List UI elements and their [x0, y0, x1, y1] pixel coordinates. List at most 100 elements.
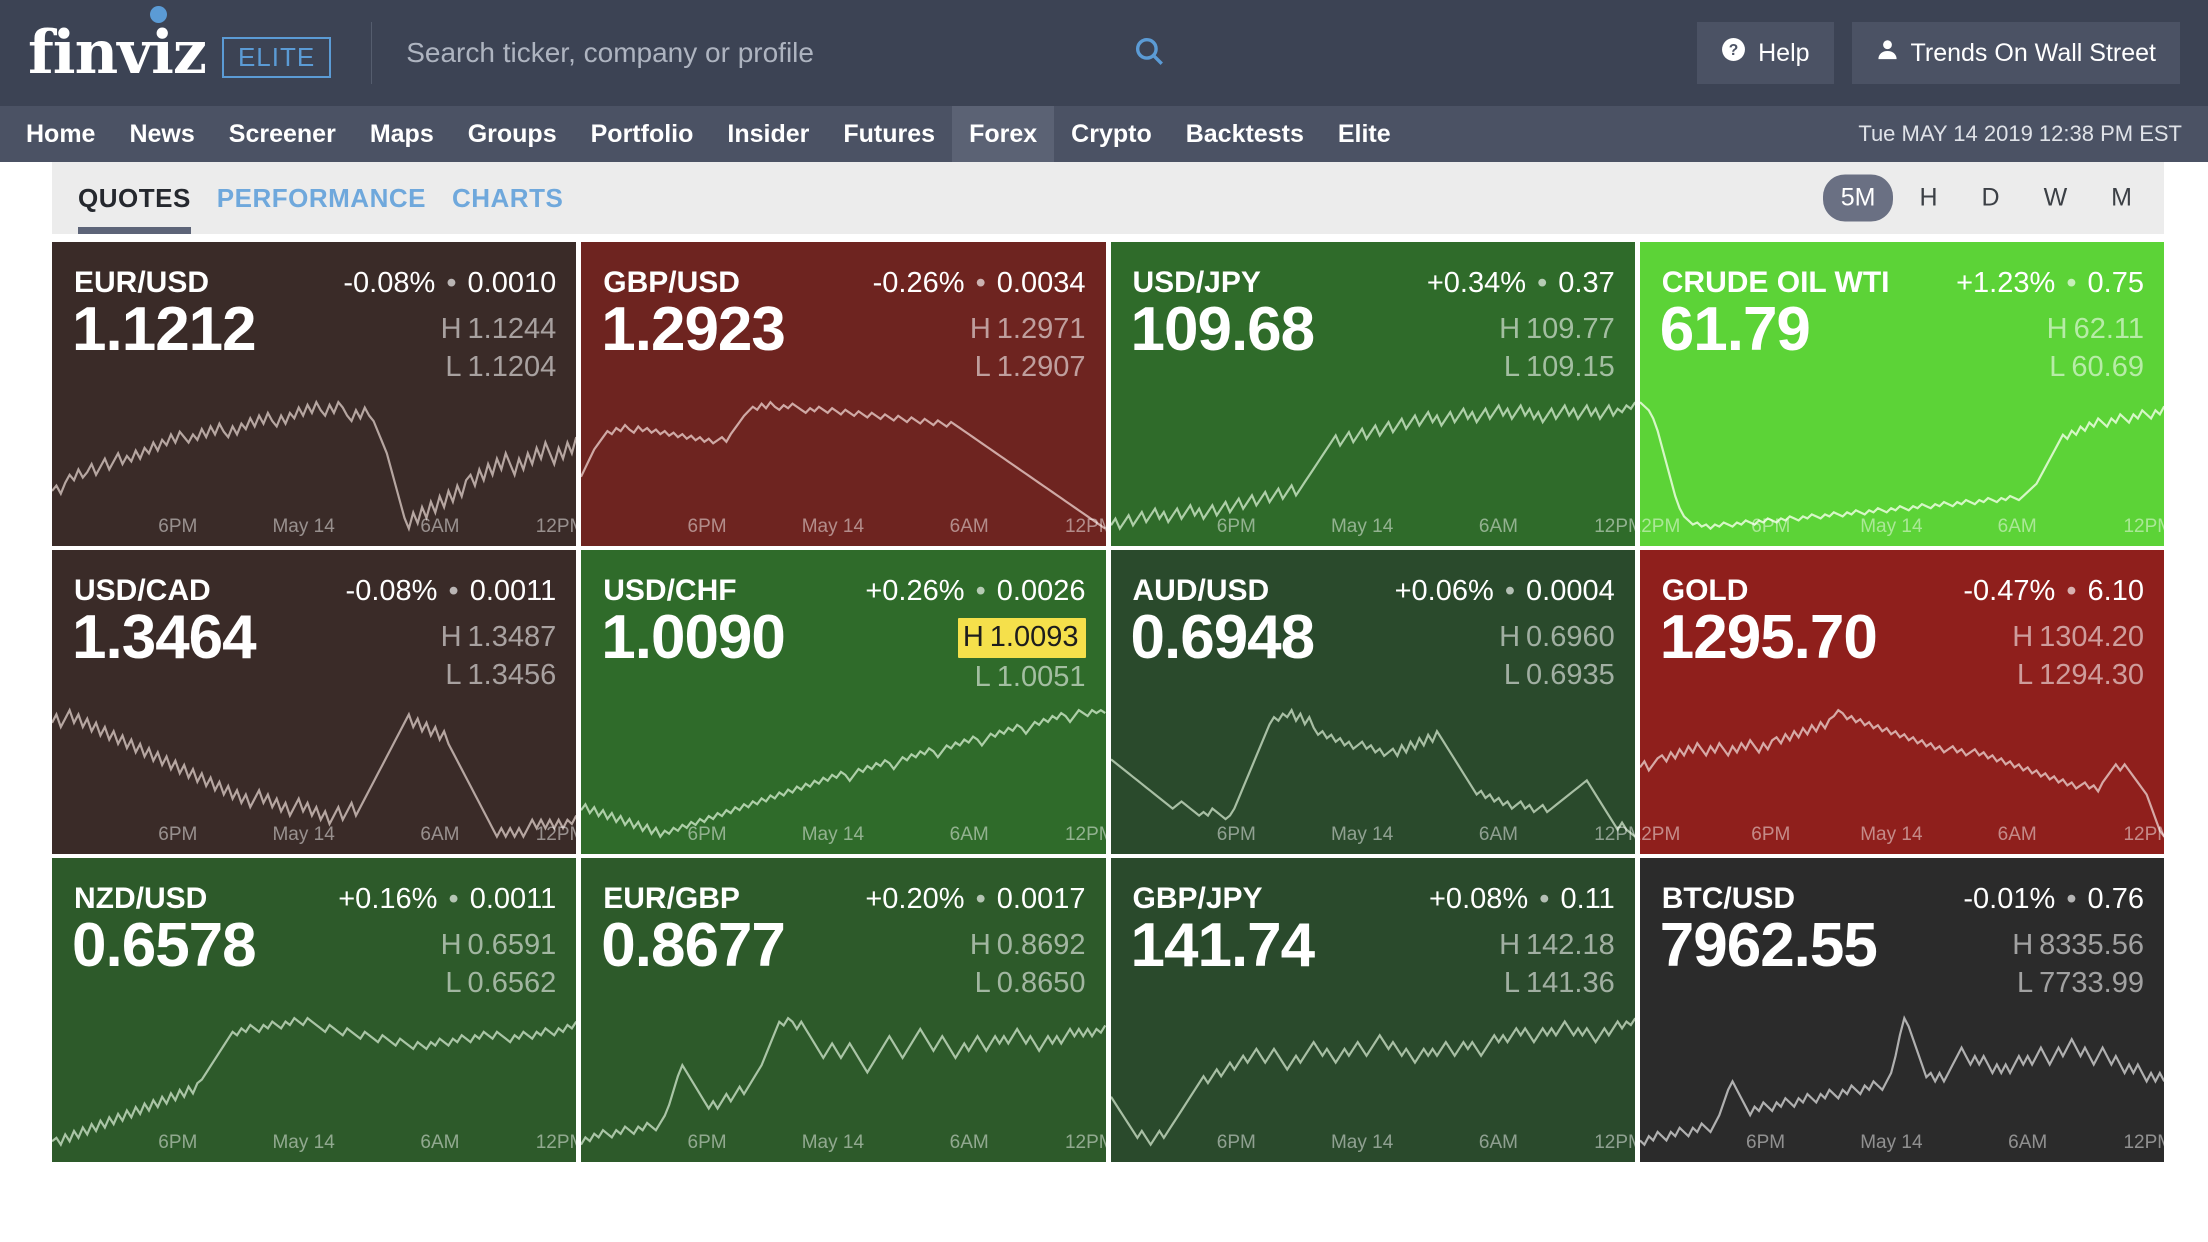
- quote-tile[interactable]: GOLD -0.47% • 6.10 1295.70 H 1304.20 L 1294.30…: [1639, 550, 2164, 854]
- change-percent: +0.08%: [1429, 883, 1529, 915]
- header-actions: ? Help Trends On Wall Street: [1697, 22, 2180, 84]
- nav-item-forex[interactable]: Forex: [952, 106, 1055, 162]
- high-value: 1304.20: [2039, 621, 2144, 653]
- nav-item-groups[interactable]: Groups: [451, 106, 574, 162]
- high-value: 109.77: [1526, 313, 1615, 345]
- nav-item-news[interactable]: News: [112, 106, 211, 162]
- change-absolute: 0.0011: [469, 883, 557, 915]
- timeframe-h[interactable]: H: [1901, 175, 1955, 222]
- high-label: H: [1499, 313, 1521, 345]
- change-absolute: 0.0011: [469, 575, 557, 607]
- quote-tile[interactable]: GBP/JPY +0.08% • 0.11 141.74 H 142.18 L 141.36…: [1110, 858, 1635, 1162]
- timeframe-w[interactable]: W: [2026, 175, 2086, 222]
- change-absolute: 0.0026: [996, 575, 1086, 607]
- high-label: H: [969, 929, 991, 961]
- separator-dot-icon: •: [1531, 883, 1558, 915]
- high-value: 1.2971: [996, 313, 1086, 345]
- change-percent: +0.16%: [338, 883, 438, 915]
- nav-item-label: Backtests: [1185, 119, 1304, 148]
- help-label: Help: [1758, 38, 1810, 67]
- change-label: -0.01% • 0.76: [1963, 883, 2144, 916]
- high-label: H: [2012, 621, 2034, 653]
- nav-item-label: Groups: [467, 119, 557, 148]
- search-icon[interactable]: [1132, 34, 1166, 73]
- price-value: 0.6948: [1130, 603, 1316, 672]
- quote-tile[interactable]: CRUDE OIL WTI +1.23% • 0.75 61.79 H 62.11 L 60…: [1639, 242, 2164, 546]
- quote-tile[interactable]: NZD/USD +0.16% • 0.0011 0.6578 H 0.6591 L 0.65…: [52, 858, 577, 1162]
- nav-item-label: Maps: [369, 119, 434, 148]
- quote-tile[interactable]: GBP/USD -0.26% • 0.0034 1.2923 H 1.2971 L 1.29…: [581, 242, 1106, 546]
- separator-dot-icon: •: [967, 575, 994, 607]
- sparkline-chart: [581, 976, 1105, 1162]
- nav-item-home[interactable]: Home: [0, 106, 112, 162]
- change-label: -0.08% • 0.0011: [346, 575, 557, 608]
- price-value: 1.3464: [72, 603, 257, 672]
- sparkline-chart: [1640, 668, 2164, 854]
- change-absolute: 0.76: [2087, 883, 2144, 915]
- quote-tile[interactable]: EUR/GBP +0.20% • 0.0017 0.8677 H 0.8692 L 0.86…: [581, 858, 1106, 1162]
- high-label: H: [2012, 929, 2034, 961]
- logo[interactable]: finviz ELITE: [28, 6, 332, 88]
- high-value: 1.0093: [989, 621, 1079, 653]
- timeframe-m[interactable]: M: [2093, 175, 2150, 222]
- high-label: H: [440, 313, 462, 345]
- nav-item-elite[interactable]: Elite: [1321, 106, 1408, 162]
- search-input[interactable]: [406, 37, 1119, 69]
- quote-tile[interactable]: AUD/USD +0.06% • 0.0004 0.6948 H 0.6960 L 0.69…: [1110, 550, 1635, 854]
- high-value-row: H 0.6960: [1499, 618, 1615, 656]
- high-label: H: [962, 621, 984, 653]
- high-label: H: [1499, 621, 1521, 653]
- quote-tile[interactable]: USD/CHF +0.26% • 0.0026 1.0090 H 1.0093 L 1.00…: [581, 550, 1106, 854]
- account-button[interactable]: Trends On Wall Street: [1851, 22, 2180, 84]
- quote-tile[interactable]: BTC/USD -0.01% • 0.76 7962.55 H 8335.56 L 7733…: [1639, 858, 2164, 1162]
- change-label: -0.26% • 0.0034: [873, 267, 1086, 300]
- tab-quotes[interactable]: QUOTES: [78, 162, 191, 234]
- high-value: 8335.56: [2039, 929, 2144, 961]
- nav-item-maps[interactable]: Maps: [353, 106, 451, 162]
- quote-tile[interactable]: USD/CAD -0.08% • 0.0011 1.3464 H 1.3487 L 1.34…: [52, 550, 577, 854]
- high-value-row: H 8335.56: [2012, 926, 2144, 964]
- help-button[interactable]: ? Help: [1697, 22, 1834, 84]
- tab-charts[interactable]: CHARTS: [452, 162, 563, 234]
- header-divider: [371, 22, 373, 84]
- tab-performance[interactable]: PERFORMANCE: [217, 162, 426, 234]
- search-area: [406, 34, 1166, 73]
- nav-item-label: Elite: [1337, 119, 1391, 148]
- separator-dot-icon: •: [1496, 575, 1524, 607]
- change-percent: -0.47%: [1963, 575, 2056, 607]
- high-label: H: [1499, 929, 1521, 961]
- top-header: finviz ELITE ? Help Trends On Wall Stree…: [0, 0, 2208, 106]
- nav-item-backtests[interactable]: Backtests: [1169, 106, 1321, 162]
- price-value: 7962.55: [1659, 911, 1878, 980]
- price-value: 1.1212: [72, 295, 257, 364]
- high-value: 1.1244: [467, 313, 557, 345]
- change-percent: -0.26%: [872, 267, 965, 299]
- high-label: H: [440, 621, 462, 653]
- change-label: +0.08% • 0.11: [1429, 883, 1615, 916]
- nav-item-label: Home: [26, 119, 96, 148]
- separator-dot-icon: •: [438, 267, 465, 299]
- timeframe-5m[interactable]: 5M: [1822, 174, 1894, 222]
- quote-tile[interactable]: USD/JPY +0.34% • 0.37 109.68 H 109.77 L 109.15…: [1110, 242, 1635, 546]
- elite-badge[interactable]: ELITE: [221, 36, 332, 78]
- timeframe-group: 5M H D W M: [1822, 174, 2150, 222]
- change-percent: -0.01%: [1963, 883, 2056, 915]
- nav-item-crypto[interactable]: Crypto: [1054, 106, 1169, 162]
- nav-item-insider[interactable]: Insider: [710, 106, 826, 162]
- separator-dot-icon: •: [2058, 267, 2085, 299]
- timeframe-d[interactable]: D: [1964, 175, 2018, 222]
- change-percent: +0.26%: [865, 575, 965, 607]
- nav-item-screener[interactable]: Screener: [212, 106, 353, 162]
- nav-item-label: Crypto: [1071, 119, 1152, 148]
- sparkline-chart: [52, 668, 576, 854]
- change-label: -0.08% • 0.0010: [343, 267, 556, 300]
- change-absolute: 0.0004: [1526, 575, 1615, 607]
- nav-item-futures[interactable]: Futures: [826, 106, 952, 162]
- nav-item-label: Portfolio: [590, 119, 694, 148]
- change-absolute: 0.37: [1558, 267, 1615, 299]
- change-label: -0.47% • 6.10: [1963, 575, 2144, 608]
- quote-tile[interactable]: EUR/USD -0.08% • 0.0010 1.1212 H 1.1244 L 1.12…: [52, 242, 577, 546]
- nav-item-portfolio[interactable]: Portfolio: [574, 106, 711, 162]
- finviz-logo-text: finviz: [28, 18, 207, 88]
- change-label: +0.20% • 0.0017: [865, 883, 1085, 916]
